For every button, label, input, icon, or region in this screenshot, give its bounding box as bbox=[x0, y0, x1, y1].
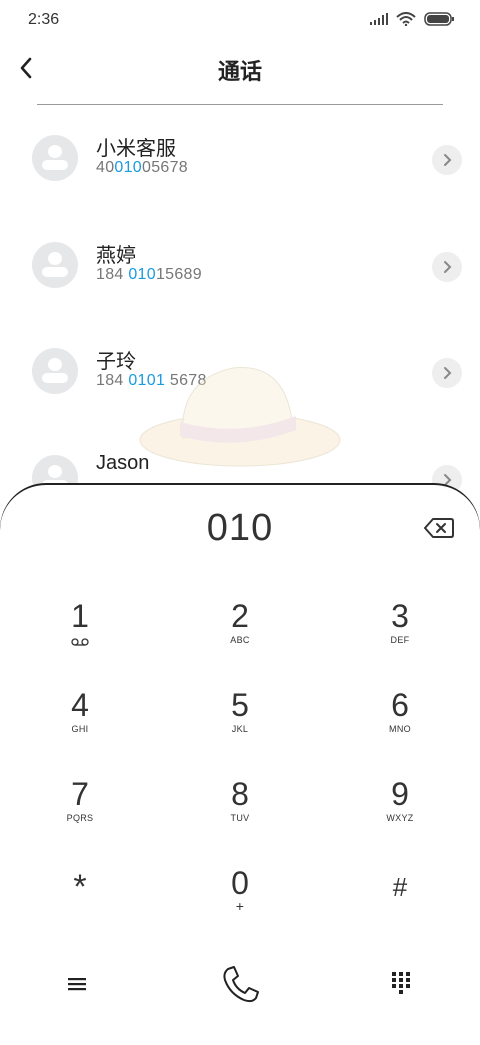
voicemail-icon bbox=[71, 638, 89, 646]
contact-name: 子玲 bbox=[96, 351, 136, 373]
menu-button[interactable] bbox=[62, 969, 92, 999]
header-divider bbox=[37, 104, 443, 105]
chevron-right-icon bbox=[444, 261, 452, 273]
signal-icon bbox=[370, 13, 388, 25]
keypad-grid-icon[interactable] bbox=[386, 969, 416, 999]
contact-detail-button[interactable] bbox=[432, 252, 462, 282]
status-bar: 2:36 bbox=[0, 0, 480, 40]
avatar bbox=[32, 242, 78, 288]
status-icons bbox=[370, 12, 454, 26]
key-0[interactable]: 0 + bbox=[180, 866, 300, 938]
contact-detail-button[interactable] bbox=[432, 145, 462, 175]
backspace-icon[interactable] bbox=[424, 517, 454, 539]
key-4[interactable]: 4 GHI bbox=[20, 688, 140, 760]
key-7[interactable]: 7 PQRS bbox=[20, 777, 140, 849]
dialed-number: 010 bbox=[206, 507, 274, 549]
dialpad-sheet: 010 1 2 ABC 3 DEF 4 GHI 5 JKL 6 MNO 7 PQ… bbox=[0, 484, 480, 1045]
key-1[interactable]: 1 bbox=[20, 599, 140, 671]
phone-icon[interactable] bbox=[218, 963, 262, 1007]
header: 通话 bbox=[0, 44, 480, 96]
avatar bbox=[32, 135, 78, 181]
menu-icon bbox=[68, 978, 86, 991]
page-title: 通话 bbox=[217, 59, 262, 84]
key-5[interactable]: 5 JKL bbox=[180, 688, 300, 760]
avatar bbox=[32, 348, 78, 394]
key-9[interactable]: 9 WXYZ bbox=[340, 777, 460, 849]
chevron-right-icon bbox=[444, 367, 452, 379]
key-2[interactable]: 2 ABC bbox=[180, 599, 300, 671]
contact-number: 184 01015689 bbox=[96, 266, 202, 283]
key-3[interactable]: 3 DEF bbox=[340, 599, 460, 671]
contact-item[interactable]: 燕婷 184 01015689 bbox=[0, 236, 480, 316]
battery-icon bbox=[424, 12, 454, 26]
hat-watermark-icon bbox=[139, 367, 341, 467]
status-time: 2:36 bbox=[28, 11, 60, 28]
contact-number: 4001005678 bbox=[96, 159, 189, 176]
dialer-bottom-bar bbox=[0, 953, 480, 1023]
key-star[interactable]: * bbox=[20, 866, 140, 938]
contact-item[interactable]: 小米客服 4001005678 bbox=[0, 129, 480, 209]
contact-name: 燕婷 bbox=[96, 245, 136, 267]
wifi-icon bbox=[396, 12, 416, 26]
chevron-right-icon bbox=[444, 154, 452, 166]
contact-name: 小米客服 bbox=[96, 138, 176, 160]
contact-detail-button[interactable] bbox=[432, 358, 462, 388]
key-8[interactable]: 8 TUV bbox=[180, 777, 300, 849]
key-hash[interactable]: # bbox=[340, 866, 460, 938]
key-6[interactable]: 6 MNO bbox=[340, 688, 460, 760]
